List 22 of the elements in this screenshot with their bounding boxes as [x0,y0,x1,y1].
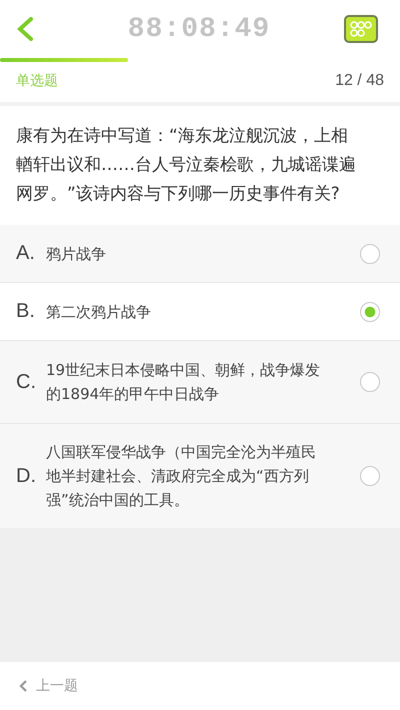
option-letter: C. [16,370,37,394]
grid-icon[interactable] [344,15,378,43]
answer-option[interactable]: D. 八国联军侵华战争（中国完全沦为半殖民地半封建社会、清政府完全成为“西方列强”统治中国的工具。 [0,423,400,528]
radio-button[interactable] [360,466,380,486]
answer-option[interactable]: A. 鸦片战争 [0,225,400,282]
back-icon[interactable] [16,16,34,42]
option-text: 第二次鸦片战争 [46,302,152,322]
question-type: 单选题 [16,72,58,90]
option-letter: B. [16,300,36,323]
radio-button[interactable] [360,302,380,322]
option-letter: D. [16,464,37,488]
question-text: 康有为在诗中写道：“海东龙泣舰沉波，上相輶轩出议和……台人号泣秦桧歌，九城谣谍遍网罗。”该诗内容与下列哪一历史事件有关? [16,125,357,206]
answer-option[interactable]: B. 第二次鸦片战争 [0,282,400,340]
option-text: 八国联军侵华战争（中国完全沦为半殖民地半封建社会、清政府完全成为“西方列强”统治中国的工具。 [46,442,317,511]
option-text: 鸦片战争 [46,244,107,264]
radio-button[interactable] [360,372,380,392]
radio-button[interactable] [360,244,380,264]
option-text: 19世纪末日本侵略中国、朝鲜，战争爆发的1894年的甲午中日战争 [46,360,322,405]
option-letter: A. [16,242,36,265]
timer: 88:08:49 [128,14,270,44]
question-counter: 12 / 48 [335,72,384,90]
chevron-left-icon [18,679,28,693]
